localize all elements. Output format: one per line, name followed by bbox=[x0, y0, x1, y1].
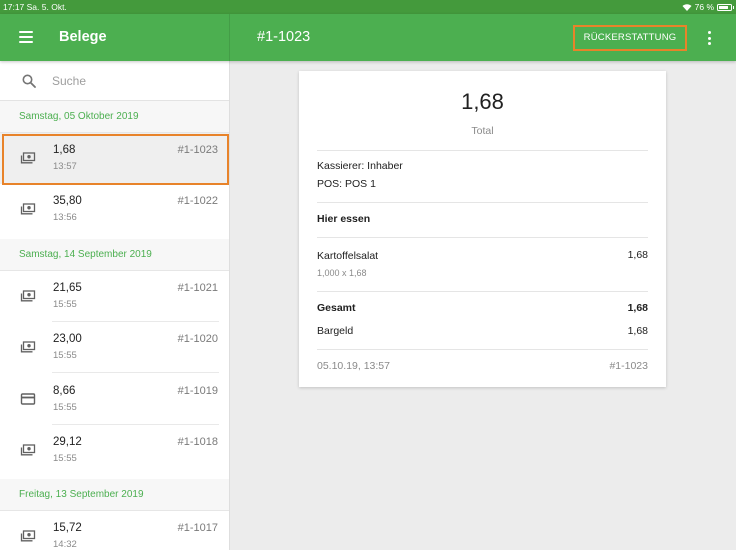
receipt-time: 15:55 bbox=[53, 402, 77, 413]
receipt-time: 15:55 bbox=[53, 299, 77, 310]
receipt-title: #1-1023 bbox=[257, 29, 311, 45]
receipt-total-label: Total bbox=[471, 125, 494, 137]
gesamt-label: Gesamt bbox=[317, 302, 356, 314]
receipt-row-1-1023[interactable]: 1,68 13:57 #1-1023 bbox=[0, 133, 229, 184]
divider bbox=[317, 349, 648, 350]
more-options-icon[interactable] bbox=[702, 30, 716, 46]
receipt-amount: 29,12 bbox=[53, 436, 82, 448]
app-title: Belege bbox=[59, 29, 107, 45]
item-price: 1,68 bbox=[627, 249, 648, 261]
cash-icon bbox=[20, 152, 36, 164]
receipt-footer-number: #1-1023 bbox=[609, 360, 648, 372]
receipt-row-1-1022[interactable]: 35,80 13:56 #1-1022 bbox=[0, 184, 229, 235]
date-group-header: Samstag, 05 Oktober 2019 bbox=[0, 101, 229, 133]
receipt-amount: 8,66 bbox=[53, 385, 76, 397]
refund-button[interactable]: RÜCKERSTATTUNG bbox=[573, 25, 687, 51]
date-group-header: Samstag, 14 September 2019 bbox=[0, 239, 229, 271]
divider bbox=[317, 291, 648, 292]
search-icon[interactable] bbox=[22, 74, 36, 88]
payment-label: Bargeld bbox=[317, 325, 354, 337]
battery-icon bbox=[717, 3, 734, 11]
receipt-amount: 15,72 bbox=[53, 522, 82, 534]
card-icon bbox=[20, 393, 36, 405]
divider bbox=[317, 202, 648, 203]
cash-icon bbox=[20, 290, 36, 302]
app-bar: Belege #1-1023 RÜCKERSTATTUNG bbox=[0, 14, 736, 61]
receipt-time: 15:55 bbox=[53, 453, 77, 464]
cash-icon bbox=[20, 444, 36, 456]
receipt-row-1-1020[interactable]: 23,00 15:55 #1-1020 bbox=[0, 322, 229, 373]
receipt-row-1-1018[interactable]: 29,12 15:55 #1-1018 bbox=[0, 425, 229, 476]
cash-icon bbox=[20, 341, 36, 353]
search-bar bbox=[0, 61, 229, 101]
receipt-number: #1-1023 bbox=[177, 144, 218, 156]
receipt-amount: 23,00 bbox=[53, 333, 82, 345]
receipt-number: #1-1021 bbox=[177, 282, 218, 294]
receipt-amount: 1,68 bbox=[53, 144, 76, 156]
receipt-number: #1-1022 bbox=[177, 195, 218, 207]
item-quantity: 1,000 x 1,68 bbox=[317, 268, 367, 278]
receipt-row-1-1017[interactable]: 15,72 14:32 #1-1017 bbox=[0, 511, 229, 550]
date-group-header: Freitag, 13 September 2019 bbox=[0, 479, 229, 511]
receipt-time: 15:55 bbox=[53, 350, 77, 361]
status-time-date: 17:17 Sa. 5. Okt. bbox=[3, 2, 67, 12]
receipt-time: 14:32 bbox=[53, 539, 77, 550]
receipt-row-1-1019[interactable]: 8,66 15:55 #1-1019 bbox=[0, 374, 229, 425]
receipt-detail-card: 1,68 Total Kassierer: Inhaber POS: POS 1… bbox=[299, 71, 666, 387]
receipt-list-sidebar: Samstag, 05 Oktober 2019 1,68 13:57 #1-1… bbox=[0, 61, 230, 550]
menu-icon[interactable] bbox=[19, 31, 33, 43]
divider bbox=[317, 150, 648, 151]
dining-option: Hier essen bbox=[317, 213, 371, 225]
receipt-datetime: 05.10.19, 13:57 bbox=[317, 360, 390, 372]
receipt-number: #1-1019 bbox=[177, 385, 218, 397]
search-input[interactable] bbox=[52, 71, 222, 91]
receipt-amount: 21,65 bbox=[53, 282, 82, 294]
wifi-icon bbox=[682, 4, 692, 11]
status-bar: 17:17 Sa. 5. Okt. 76 % bbox=[0, 0, 736, 14]
divider bbox=[317, 237, 648, 238]
receipt-number: #1-1017 bbox=[177, 522, 218, 534]
receipt-time: 13:56 bbox=[53, 212, 77, 223]
receipt-time: 13:57 bbox=[53, 161, 77, 172]
receipt-total: 1,68 bbox=[461, 89, 504, 114]
gesamt-value: 1,68 bbox=[627, 302, 648, 314]
battery-percent: 76 % bbox=[694, 2, 714, 12]
receipt-number: #1-1020 bbox=[177, 333, 218, 345]
receipt-row-1-1021[interactable]: 21,65 15:55 #1-1021 bbox=[0, 271, 229, 322]
receipt-number: #1-1018 bbox=[177, 436, 218, 448]
status-right: 76 % bbox=[682, 0, 734, 14]
receipt-amount: 35,80 bbox=[53, 195, 82, 207]
cash-icon bbox=[20, 203, 36, 215]
item-name: Kartoffelsalat bbox=[317, 250, 379, 262]
pos-text: POS: POS 1 bbox=[317, 178, 376, 190]
cashier-text: Kassierer: Inhaber bbox=[317, 160, 403, 172]
cash-icon bbox=[20, 530, 36, 542]
payment-value: 1,68 bbox=[627, 325, 648, 337]
app-bar-left: Belege bbox=[0, 14, 230, 61]
